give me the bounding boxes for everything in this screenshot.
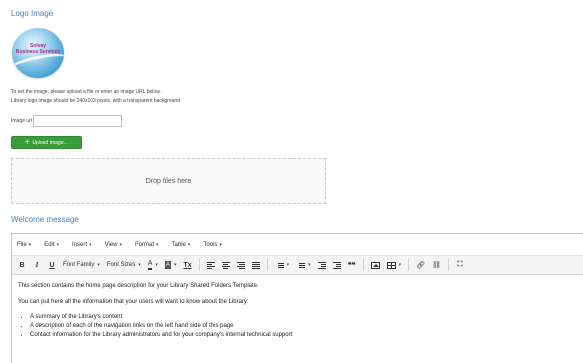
menu-tools[interactable]: Tools ▾ bbox=[203, 242, 222, 248]
menu-view-label: View bbox=[104, 241, 118, 248]
fullscreen-icon: ⛶ bbox=[457, 261, 463, 268]
background-color-button[interactable]: A ▾ bbox=[162, 258, 180, 272]
plus-icon: + bbox=[25, 139, 30, 146]
align-left-button[interactable] bbox=[204, 258, 218, 272]
underline-button[interactable]: U bbox=[45, 258, 59, 272]
font-family-dropdown[interactable]: Font Family ▾ bbox=[60, 258, 103, 272]
background-color-icon: A bbox=[164, 261, 171, 269]
numbered-list-icon bbox=[296, 262, 306, 268]
remove-link-button[interactable]: ⛓︎ bbox=[429, 258, 444, 272]
clear-formatting-button[interactable]: Tx bbox=[180, 258, 194, 272]
text-color-button[interactable]: A ▾ bbox=[145, 258, 161, 272]
outdent-icon bbox=[317, 261, 326, 269]
indent-icon bbox=[332, 261, 341, 269]
company-logo: Solvay Business Services bbox=[12, 28, 64, 78]
toolbar-divider bbox=[266, 259, 268, 271]
drop-zone-label: Drop files here bbox=[145, 177, 192, 185]
editor-content-area[interactable]: This section contains the home page desc… bbox=[12, 275, 583, 346]
toolbar-divider bbox=[362, 259, 364, 271]
toolbar-divider bbox=[408, 259, 410, 271]
menu-edit[interactable]: Edit ▾ bbox=[44, 242, 59, 248]
indent-button[interactable] bbox=[330, 258, 344, 272]
caret-down-icon: ▾ bbox=[286, 262, 290, 268]
caret-down-icon: ▾ bbox=[119, 241, 122, 248]
bold-button[interactable]: B bbox=[15, 258, 29, 272]
menu-format-label: Format bbox=[135, 241, 155, 248]
align-right-icon bbox=[236, 261, 245, 269]
menu-edit-label: Edit bbox=[44, 241, 55, 248]
menu-tools-label: Tools bbox=[203, 241, 218, 248]
upload-help-text: To set the image, please upload a file o… bbox=[11, 89, 161, 95]
caret-down-icon: ▾ bbox=[187, 241, 191, 248]
align-center-icon bbox=[221, 261, 230, 269]
insert-link-button[interactable]: 🔗︎ bbox=[413, 258, 428, 272]
list-item: Contact information for the Library admi… bbox=[30, 331, 583, 340]
align-left-icon bbox=[206, 261, 215, 269]
menu-view[interactable]: View ▾ bbox=[105, 242, 122, 248]
font-sizes-label: Font Sizes bbox=[106, 262, 136, 268]
caret-down-icon: ▾ bbox=[28, 241, 32, 248]
blockquote-icon: ❝❝ bbox=[347, 262, 356, 269]
list-item: A description of each of the navigation … bbox=[30, 322, 583, 331]
outdent-button[interactable] bbox=[315, 258, 329, 272]
caret-down-icon: ▾ bbox=[89, 241, 92, 248]
upload-image-button[interactable]: + Upload Image... bbox=[11, 136, 82, 149]
align-right-button[interactable] bbox=[234, 258, 248, 272]
font-sizes-dropdown[interactable]: Font Sizes ▾ bbox=[104, 258, 144, 272]
text-color-icon: A bbox=[147, 260, 153, 270]
welcome-message-section-title: Welcome message bbox=[11, 215, 79, 224]
file-drop-zone[interactable]: Drop files here bbox=[11, 158, 326, 204]
insert-image-button[interactable] bbox=[368, 258, 383, 272]
content-bullet-list: A summary of the Library's content A des… bbox=[30, 313, 583, 339]
menu-file-label: File bbox=[17, 241, 27, 248]
caret-down-icon: ▾ bbox=[138, 262, 141, 268]
insert-table-button[interactable]: ▾ bbox=[384, 258, 405, 272]
menu-format[interactable]: Format ▾ bbox=[135, 242, 159, 248]
align-justify-icon bbox=[251, 261, 260, 269]
caret-down-icon: ▾ bbox=[156, 241, 159, 248]
logo-image-section-title: Logo Image bbox=[11, 9, 54, 18]
font-family-label: Font Family bbox=[63, 262, 95, 268]
link-icon: 🔗︎ bbox=[416, 262, 426, 269]
caret-down-icon: ▾ bbox=[97, 262, 100, 268]
image-icon bbox=[370, 261, 380, 269]
align-center-button[interactable] bbox=[219, 258, 233, 272]
logo-text-line2: Business Services bbox=[15, 49, 61, 55]
align-justify-button[interactable] bbox=[249, 258, 263, 272]
menu-table[interactable]: Table ▾ bbox=[172, 242, 191, 248]
menu-insert[interactable]: Insert ▾ bbox=[72, 242, 92, 248]
rich-text-editor: File ▾ Edit ▾ Insert ▾ View ▾ Format ▾ Table ▾… bbox=[11, 233, 583, 363]
caret-down-icon: ▾ bbox=[219, 241, 222, 248]
table-icon bbox=[386, 261, 396, 269]
menu-file[interactable]: File ▾ bbox=[17, 242, 31, 248]
caret-down-icon: ▾ bbox=[308, 262, 311, 268]
toolbar-divider bbox=[447, 259, 449, 271]
toolbar-divider bbox=[198, 259, 200, 271]
upload-image-label: Upload Image... bbox=[32, 139, 68, 146]
logo-size-help-text: Library logo image should be 240x103 pix… bbox=[11, 98, 180, 104]
caret-down-icon: ▾ bbox=[155, 262, 158, 268]
blockquote-button[interactable]: ❝❝ bbox=[345, 258, 359, 272]
bullet-list-icon bbox=[275, 262, 284, 268]
bullet-list-button[interactable]: ▾ bbox=[272, 258, 293, 272]
menu-table-label: Table bbox=[171, 241, 186, 248]
image-url-input[interactable] bbox=[33, 115, 122, 127]
unlink-icon: ⛓︎ bbox=[432, 262, 441, 269]
content-paragraph: You can put here all the information tha… bbox=[18, 298, 249, 305]
caret-down-icon: ▾ bbox=[398, 262, 402, 268]
italic-button[interactable]: I bbox=[30, 258, 44, 272]
caret-down-icon: ▾ bbox=[173, 262, 177, 268]
list-item: A summary of the Library's content bbox=[30, 313, 583, 322]
numbered-list-button[interactable]: ▾ bbox=[293, 258, 314, 272]
menu-insert-label: Insert bbox=[72, 241, 88, 248]
editor-menubar: File ▾ Edit ▾ Insert ▾ View ▾ Format ▾ Table ▾… bbox=[12, 234, 583, 256]
editor-toolbar: B I U Font Family ▾ Font Sizes ▾ A ▾ A ▾ Tx … bbox=[12, 256, 583, 275]
content-paragraph: This section contains the home page desc… bbox=[18, 283, 259, 289]
image-url-label: Image url bbox=[11, 118, 32, 124]
fullscreen-button[interactable]: ⛶ bbox=[453, 258, 467, 272]
caret-down-icon: ▾ bbox=[56, 241, 60, 248]
